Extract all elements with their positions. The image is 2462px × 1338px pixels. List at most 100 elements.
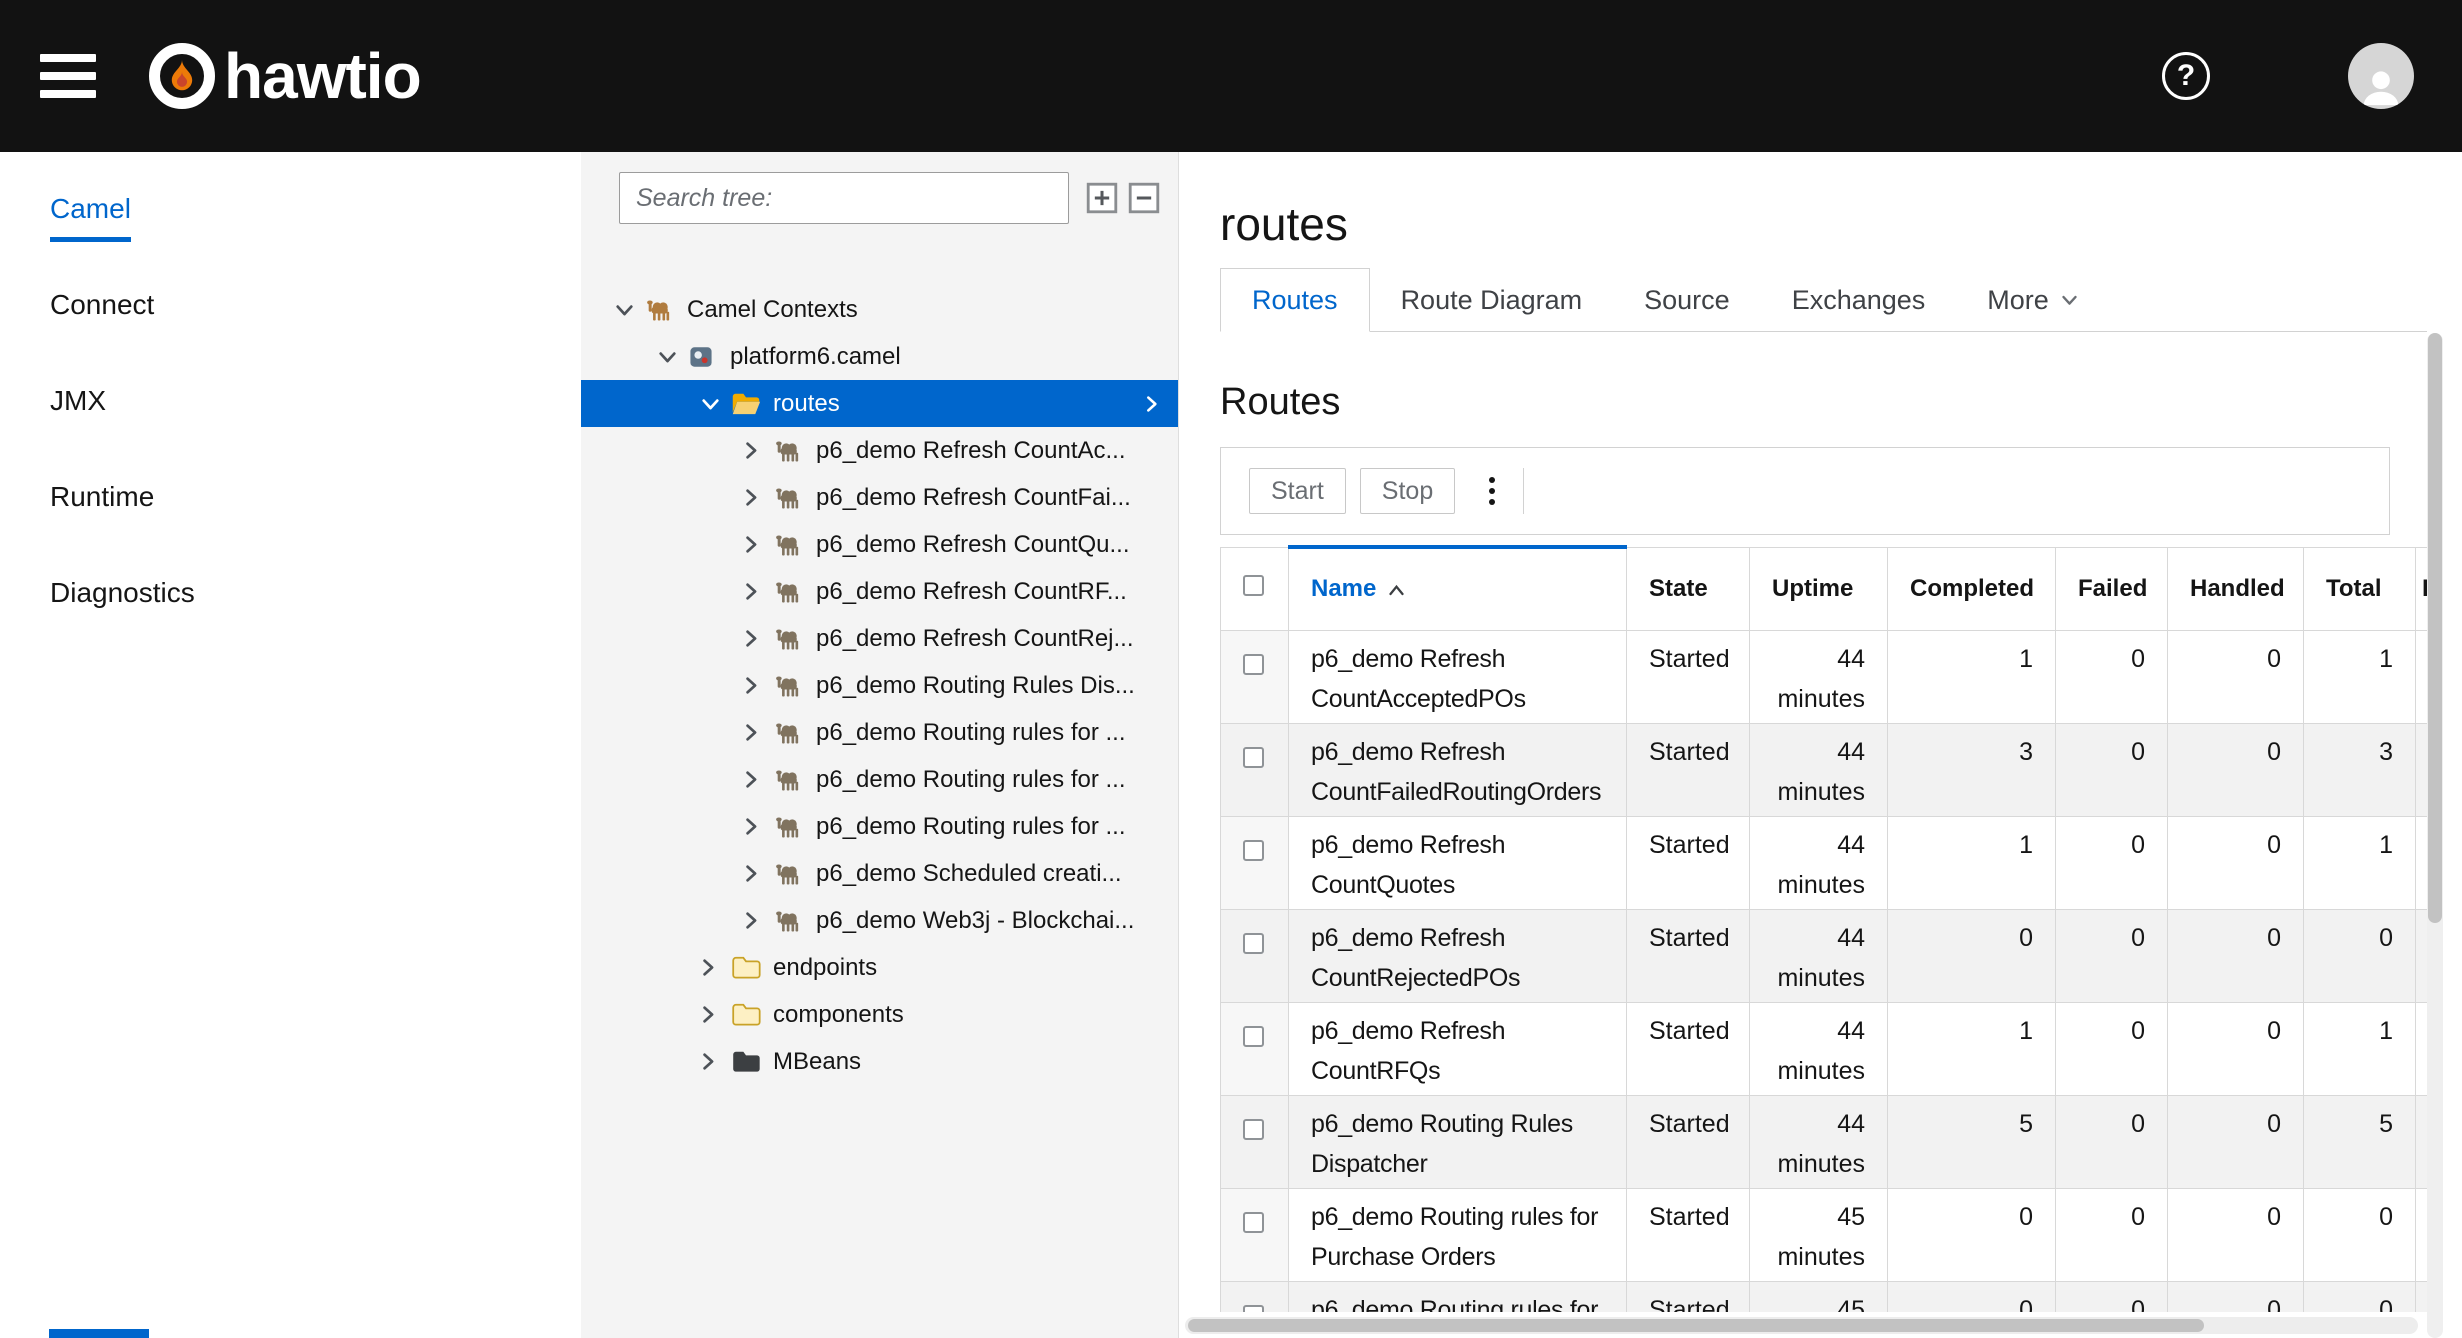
tree-item-p6-demo-routing-rules-for[interactable]: p6_demo Routing rules for ...: [581, 756, 1178, 803]
chevron-right-icon[interactable]: [744, 864, 768, 883]
column-header-state[interactable]: State: [1627, 547, 1750, 630]
chevron-right-icon[interactable]: [744, 535, 768, 554]
start-button[interactable]: Start: [1249, 468, 1346, 514]
collapse-all-icon[interactable]: [1127, 181, 1161, 215]
chevron-right-icon[interactable]: [744, 723, 768, 742]
tab-routes[interactable]: Routes: [1220, 268, 1370, 332]
chevron-right-icon[interactable]: [701, 1052, 725, 1071]
cell-uptime: 44 minutes: [1750, 1095, 1888, 1188]
row-checkbox[interactable]: [1243, 654, 1264, 675]
column-header-failed[interactable]: Failed: [2056, 547, 2168, 630]
row-checkbox[interactable]: [1243, 1119, 1264, 1140]
tree-item-endpoints[interactable]: endpoints: [581, 944, 1178, 991]
column-label: Name: [1311, 575, 1376, 602]
row-checkbox[interactable]: [1243, 840, 1264, 861]
row-checkbox[interactable]: [1243, 933, 1264, 954]
avatar[interactable]: [2348, 43, 2414, 109]
help-glyph: ?: [2177, 59, 2195, 93]
cell-partial: [2416, 909, 2428, 1002]
chevron-right-icon[interactable]: [744, 582, 768, 601]
vertical-scrollbar[interactable]: [2427, 333, 2443, 1338]
horizontal-scrollbar[interactable]: [1185, 1317, 2418, 1334]
cell-handled: 0: [2168, 1188, 2304, 1281]
tab-route-diagram[interactable]: Route Diagram: [1370, 269, 1614, 331]
tab-label: Route Diagram: [1401, 269, 1583, 331]
tree-item-platform6-camel[interactable]: platform6.camel: [581, 333, 1178, 380]
tab-source[interactable]: Source: [1613, 269, 1761, 331]
chevron-right-icon[interactable]: [744, 441, 768, 460]
sidebar-item-jmx[interactable]: JMX: [50, 381, 581, 421]
chevron-right-icon[interactable]: [1145, 395, 1158, 413]
tree-item-label: p6_demo Refresh CountRF...: [816, 578, 1127, 606]
chevron-right-icon[interactable]: [744, 629, 768, 648]
tree-item-p6-demo-refresh-countac[interactable]: p6_demo Refresh CountAc...: [581, 427, 1178, 474]
tab-more[interactable]: More: [1956, 269, 2109, 331]
tree-item-p6-demo-refresh-countrf[interactable]: p6_demo Refresh CountRF...: [581, 568, 1178, 615]
tab-exchanges[interactable]: Exchanges: [1761, 269, 1957, 331]
chevron-right-icon[interactable]: [744, 488, 768, 507]
sidebar-item-connect[interactable]: Connect: [50, 285, 581, 325]
chevron-right-icon[interactable]: [744, 676, 768, 695]
tree-item-p6-demo-scheduled-creati[interactable]: p6_demo Scheduled creati...: [581, 850, 1178, 897]
tree-item-p6-demo-refresh-countfai[interactable]: p6_demo Refresh CountFai...: [581, 474, 1178, 521]
table-row[interactable]: p6_demo Routing rules for Purchase Order…: [1221, 1188, 2428, 1281]
section-title: Routes: [1220, 379, 2462, 425]
cell-completed: 1: [1888, 1002, 2056, 1095]
tree-item-p6-demo-routing-rules-for[interactable]: p6_demo Routing rules for ...: [581, 803, 1178, 850]
cell-completed: 5: [1888, 1095, 2056, 1188]
horizontal-scrollbar-thumb[interactable]: [1188, 1319, 2204, 1332]
row-checkbox[interactable]: [1243, 1212, 1264, 1233]
tree-search-input[interactable]: [619, 172, 1069, 224]
table-row[interactable]: p6_demo Refresh CountRejectedPOsStarted4…: [1221, 909, 2428, 1002]
chevron-right-icon[interactable]: [744, 817, 768, 836]
route-icon: [774, 813, 808, 841]
chevron-right-icon[interactable]: [744, 770, 768, 789]
cell-uptime: 44 minutes: [1750, 1002, 1888, 1095]
vertical-scrollbar-thumb[interactable]: [2428, 333, 2442, 923]
chevron-down-icon[interactable]: [701, 397, 725, 411]
app-logo[interactable]: hawtio: [148, 42, 421, 110]
row-checkbox[interactable]: [1243, 747, 1264, 768]
chevron-right-icon[interactable]: [744, 911, 768, 930]
route-icon: [774, 531, 808, 559]
column-header-name[interactable]: Name: [1289, 547, 1627, 630]
expand-all-icon[interactable]: [1085, 181, 1119, 215]
column-header-uptime[interactable]: Uptime: [1750, 547, 1888, 630]
tree-item-p6-demo-refresh-countqu[interactable]: p6_demo Refresh CountQu...: [581, 521, 1178, 568]
stop-button[interactable]: Stop: [1360, 468, 1455, 514]
tree-item-p6-demo-routing-rules-dis[interactable]: p6_demo Routing Rules Dis...: [581, 662, 1178, 709]
tree-item-components[interactable]: components: [581, 991, 1178, 1038]
tree-item-mbeans[interactable]: MBeans: [581, 1038, 1178, 1085]
table-row[interactable]: p6_demo Refresh CountRFQsStarted44 minut…: [1221, 1002, 2428, 1095]
cell-state: Started: [1627, 723, 1750, 816]
sidebar-item-runtime[interactable]: Runtime: [50, 477, 581, 517]
tree-item-p6-demo-web3j-blockchai[interactable]: p6_demo Web3j - Blockchai...: [581, 897, 1178, 944]
chevron-right-icon[interactable]: [701, 958, 725, 977]
table-row[interactable]: p6_demo Refresh CountQuotesStarted44 min…: [1221, 816, 2428, 909]
table-row[interactable]: p6_demo Refresh CountAcceptedPOsStarted4…: [1221, 630, 2428, 723]
cell-partial: [2416, 630, 2428, 723]
help-icon[interactable]: ?: [2162, 52, 2210, 100]
chevron-down-icon[interactable]: [658, 350, 682, 364]
bottom-left-accent: [49, 1329, 149, 1338]
tree-item-p6-demo-refresh-countrej[interactable]: p6_demo Refresh CountRej...: [581, 615, 1178, 662]
select-all-checkbox[interactable]: [1243, 575, 1264, 596]
table-row[interactable]: p6_demo Refresh CountFailedRoutingOrders…: [1221, 723, 2428, 816]
table-row[interactable]: p6_demo Routing Rules DispatcherStarted4…: [1221, 1095, 2428, 1188]
column-header-handled[interactable]: Handled: [2168, 547, 2304, 630]
tree-item-label: p6_demo Refresh CountAc...: [816, 437, 1126, 465]
row-checkbox[interactable]: [1243, 1026, 1264, 1047]
sidebar-item-camel[interactable]: Camel: [50, 189, 581, 229]
tree-item-camel-contexts[interactable]: Camel Contexts: [581, 286, 1178, 333]
column-header-total[interactable]: Total: [2304, 547, 2416, 630]
chevron-right-icon[interactable]: [701, 1005, 725, 1024]
kebab-menu-icon[interactable]: [1475, 471, 1509, 511]
tree-item-routes[interactable]: routes: [581, 380, 1178, 427]
chevron-down-icon[interactable]: [615, 303, 639, 317]
sidebar-item-diagnostics[interactable]: Diagnostics: [50, 573, 581, 613]
column-header-completed[interactable]: Completed: [1888, 547, 2056, 630]
tree-item-p6-demo-routing-rules-for[interactable]: p6_demo Routing rules for ...: [581, 709, 1178, 756]
cell-failed: 0: [2056, 630, 2168, 723]
sidebar-item-label: JMX: [50, 381, 106, 421]
menu-toggle-icon[interactable]: [40, 54, 96, 98]
